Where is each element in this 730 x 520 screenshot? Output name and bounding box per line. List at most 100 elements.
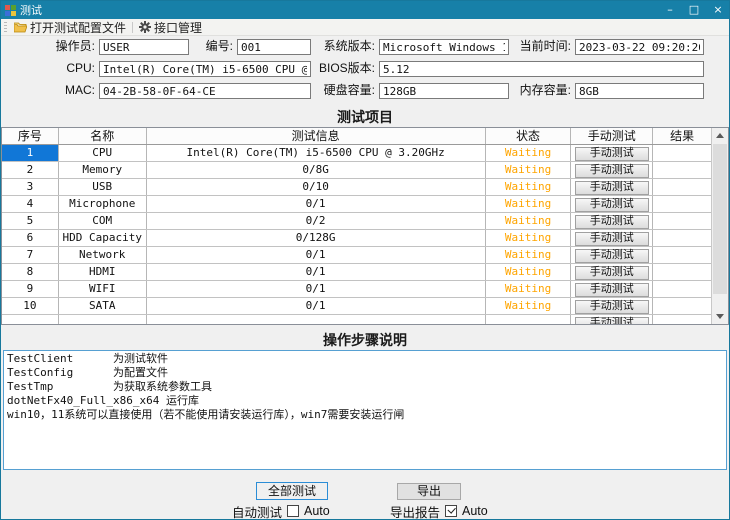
export-button[interactable]: 导出 [397, 483, 461, 500]
row-number-cell[interactable]: 5 [2, 213, 59, 229]
scrollbar-thumb[interactable] [713, 144, 727, 294]
scroll-down-button[interactable] [712, 309, 728, 324]
toolbar: 打开测试配置文件 接口管理 [1, 19, 729, 36]
row-name-cell[interactable]: WIFI [59, 281, 147, 297]
operator-field[interactable] [99, 39, 189, 55]
table-row[interactable]: 3USB0/10Waiting手动测试 [2, 179, 711, 196]
row-number-cell[interactable]: 6 [2, 230, 59, 246]
row-status-cell: Waiting [486, 281, 572, 297]
maximize-button[interactable]: □ [687, 1, 701, 19]
row-name-cell[interactable]: COM [59, 213, 147, 229]
scroll-up-button[interactable] [712, 128, 728, 143]
mac-field[interactable] [99, 83, 311, 99]
row-result-cell [653, 230, 711, 246]
close-button[interactable]: × [711, 1, 725, 19]
row-name-cell[interactable]: Memory [59, 162, 147, 178]
row-manual-cell: 手动测试 [571, 247, 653, 263]
triangle-down-icon [716, 314, 724, 319]
row-name-cell[interactable]: CPU [59, 145, 147, 161]
row-result-cell [653, 145, 711, 161]
row-manual-cell: 手动测试 [571, 298, 653, 314]
row-number-cell[interactable]: 1 [2, 145, 59, 161]
row-number-cell[interactable]: 10 [2, 298, 59, 314]
steps-text[interactable]: TestClient 为测试软件 TestConfig 为配置文件 TestTm… [3, 350, 727, 470]
table-row[interactable]: 1CPUIntel(R) Core(TM) i5-6500 CPU @ 3.20… [2, 145, 711, 162]
open-config-button[interactable]: 打开测试配置文件 [10, 20, 130, 35]
table-row[interactable]: 5COM0/2Waiting手动测试 [2, 213, 711, 230]
table-row[interactable]: 8HDMI0/1Waiting手动测试 [2, 264, 711, 281]
row-name-cell[interactable]: SATA [59, 298, 147, 314]
table-row[interactable]: 9WIFI0/1Waiting手动测试 [2, 281, 711, 298]
interface-mgmt-button[interactable]: 接口管理 [135, 20, 206, 35]
row-status-cell: Waiting [486, 264, 572, 280]
row-name-cell[interactable]: HDMI [59, 264, 147, 280]
row-cell [147, 315, 486, 324]
manual-test-button[interactable]: 手动测试 [575, 181, 649, 195]
manual-test-button[interactable]: 手动测试 [575, 300, 649, 314]
row-number-cell[interactable]: 9 [2, 281, 59, 297]
table-row[interactable]: 7Network0/1Waiting手动测试 [2, 247, 711, 264]
row-info-cell[interactable]: 0/10 [147, 179, 486, 195]
row-info-cell[interactable]: 0/1 [147, 281, 486, 297]
manual-test-button[interactable]: 手动测试 [575, 198, 649, 212]
row-manual-cell: 手动测试 [571, 196, 653, 212]
row-status-cell: Waiting [486, 213, 572, 229]
manual-test-button[interactable]: 手动测试 [575, 283, 649, 297]
disk-field[interactable] [379, 83, 509, 99]
row-status-cell: Waiting [486, 145, 572, 161]
export-report-checkbox[interactable] [445, 505, 457, 517]
row-manual-cell: 手动测试 [571, 230, 653, 246]
auto-test-checkbox[interactable] [287, 505, 299, 517]
manual-test-button[interactable]: 手动测试 [575, 249, 649, 263]
row-name-cell[interactable]: USB [59, 179, 147, 195]
os-field[interactable] [379, 39, 509, 55]
row-info-cell[interactable]: 0/2 [147, 213, 486, 229]
operator-label: 操作员: [31, 39, 95, 54]
table-row[interactable]: 4Microphone0/1Waiting手动测试 [2, 196, 711, 213]
manual-test-button[interactable]: 手动测试 [575, 147, 649, 161]
row-info-cell[interactable]: 0/1 [147, 196, 486, 212]
test-all-button[interactable]: 全部测试 [256, 482, 328, 500]
table-row[interactable]: 6HDD Capacity0/128GWaiting手动测试 [2, 230, 711, 247]
header-manual: 手动测试 [571, 128, 653, 144]
row-info-cell[interactable]: 0/1 [147, 247, 486, 263]
manual-test-button[interactable]: 手动测试 [575, 164, 649, 178]
row-name-cell[interactable]: Network [59, 247, 147, 263]
row-number-cell[interactable]: 8 [2, 264, 59, 280]
row-number-cell[interactable]: 4 [2, 196, 59, 212]
ram-field[interactable] [575, 83, 704, 99]
row-result-cell [653, 247, 711, 263]
manual-test-button[interactable]: 手动测试 [575, 232, 649, 246]
os-label: 系统版本: [317, 39, 375, 54]
id-field[interactable] [237, 39, 311, 55]
bios-field[interactable] [379, 61, 704, 77]
row-name-cell[interactable]: HDD Capacity [59, 230, 147, 246]
toolbar-separator [132, 22, 133, 33]
row-name-cell[interactable]: Microphone [59, 196, 147, 212]
auto-test-group: 自动测试 Auto [232, 503, 330, 519]
row-number-cell[interactable]: 7 [2, 247, 59, 263]
row-number-cell[interactable]: 3 [2, 179, 59, 195]
table-scrollbar[interactable] [711, 128, 728, 324]
time-field[interactable] [575, 39, 704, 55]
row-number-cell[interactable]: 2 [2, 162, 59, 178]
manual-test-button[interactable]: 手动测试 [575, 266, 649, 280]
row-info-cell[interactable]: 0/128G [147, 230, 486, 246]
row-info-cell[interactable]: 0/1 [147, 264, 486, 280]
row-info-cell[interactable]: 0/8G [147, 162, 486, 178]
row-info-cell[interactable]: 0/1 [147, 298, 486, 314]
minimize-button[interactable]: – [663, 1, 677, 19]
manual-test-button[interactable]: 手动测试 [575, 215, 649, 229]
table-row[interactable]: 2Memory0/8GWaiting手动测试 [2, 162, 711, 179]
row-result-cell [653, 281, 711, 297]
cpu-field[interactable] [99, 61, 311, 77]
manual-test-button[interactable]: 手动测试 [575, 317, 649, 325]
header-status: 状态 [486, 128, 572, 144]
row-info-cell[interactable]: Intel(R) Core(TM) i5-6500 CPU @ 3.20GHz [147, 145, 486, 161]
table-row[interactable]: 10SATA0/1Waiting手动测试 [2, 298, 711, 315]
table-header: 序号 名称 测试信息 状态 手动测试 结果 [2, 128, 711, 145]
row-result-cell [653, 264, 711, 280]
row-manual-cell: 手动测试 [571, 145, 653, 161]
table-row-partial: 手动测试 [2, 315, 711, 324]
row-result-cell [653, 213, 711, 229]
